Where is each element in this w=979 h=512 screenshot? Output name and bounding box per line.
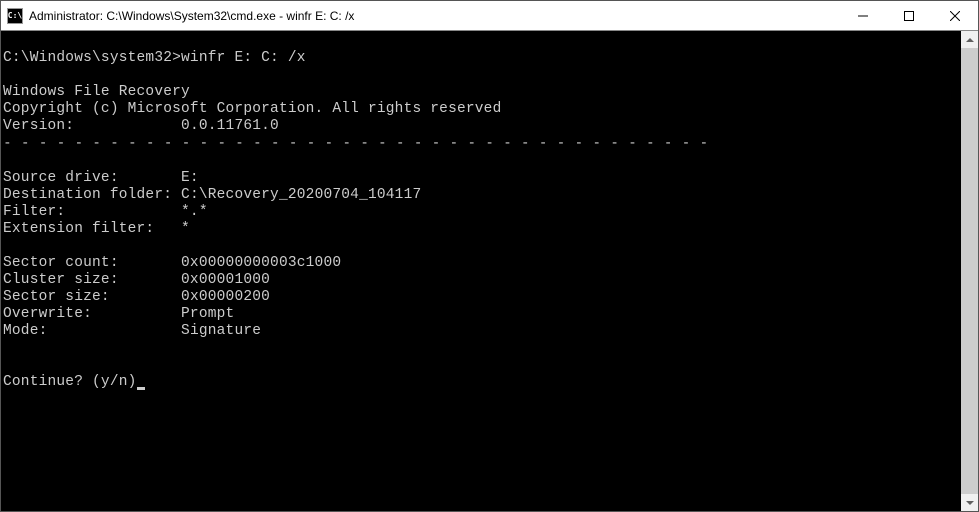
sector-size-label: Sector size: xyxy=(3,289,110,305)
version-label: Version: xyxy=(3,118,74,134)
mode-value: Signature xyxy=(181,323,261,339)
terminal-output[interactable]: C:\Windows\system32>winfr E: C: /x Windo… xyxy=(1,31,961,511)
continue-prompt: Continue? (y/n) xyxy=(3,374,137,390)
scrollbar-up-button[interactable] xyxy=(961,31,978,48)
scrollbar[interactable] xyxy=(961,31,978,511)
terminal-area: C:\Windows\system32>winfr E: C: /x Windo… xyxy=(1,31,978,511)
prompt-command: winfr E: C: /x xyxy=(181,50,306,66)
sector-count-value: 0x00000000003c1000 xyxy=(181,255,341,271)
window-title: Administrator: C:\Windows\System32\cmd.e… xyxy=(29,9,840,23)
scrollbar-thumb[interactable] xyxy=(961,48,978,494)
ext-filter-value: * xyxy=(181,221,190,237)
cmd-window: C:\ Administrator: C:\Windows\System32\c… xyxy=(0,0,979,512)
prompt-path: C:\Windows\system32> xyxy=(3,50,181,66)
filter-value: *.* xyxy=(181,204,208,220)
overwrite-value: Prompt xyxy=(181,306,234,322)
copyright: Copyright (c) Microsoft Corporation. All… xyxy=(3,101,501,117)
minimize-button[interactable] xyxy=(840,1,886,30)
source-drive-value: E: xyxy=(181,170,199,186)
app-name: Windows File Recovery xyxy=(3,84,190,100)
mode-label: Mode: xyxy=(3,323,48,339)
overwrite-label: Overwrite: xyxy=(3,306,92,322)
source-drive-label: Source drive: xyxy=(3,170,119,186)
close-button[interactable] xyxy=(932,1,978,30)
cmd-icon: C:\ xyxy=(7,8,23,24)
scrollbar-down-button[interactable] xyxy=(961,494,978,511)
cursor xyxy=(137,387,145,390)
titlebar[interactable]: C:\ Administrator: C:\Windows\System32\c… xyxy=(1,1,978,31)
window-controls xyxy=(840,1,978,30)
maximize-button[interactable] xyxy=(886,1,932,30)
scrollbar-track[interactable] xyxy=(961,48,978,494)
sector-size-value: 0x00000200 xyxy=(181,289,270,305)
version-value: 0.0.11761.0 xyxy=(181,118,279,134)
dest-folder-value: C:\Recovery_20200704_104117 xyxy=(181,187,421,203)
dest-folder-label: Destination folder: xyxy=(3,187,172,203)
cluster-size-label: Cluster size: xyxy=(3,272,119,288)
ext-filter-label: Extension filter: xyxy=(3,221,154,237)
filter-label: Filter: xyxy=(3,204,65,220)
sector-count-label: Sector count: xyxy=(3,255,119,271)
divider: - - - - - - - - - - - - - - - - - - - - … xyxy=(3,135,708,151)
cluster-size-value: 0x00001000 xyxy=(181,272,270,288)
